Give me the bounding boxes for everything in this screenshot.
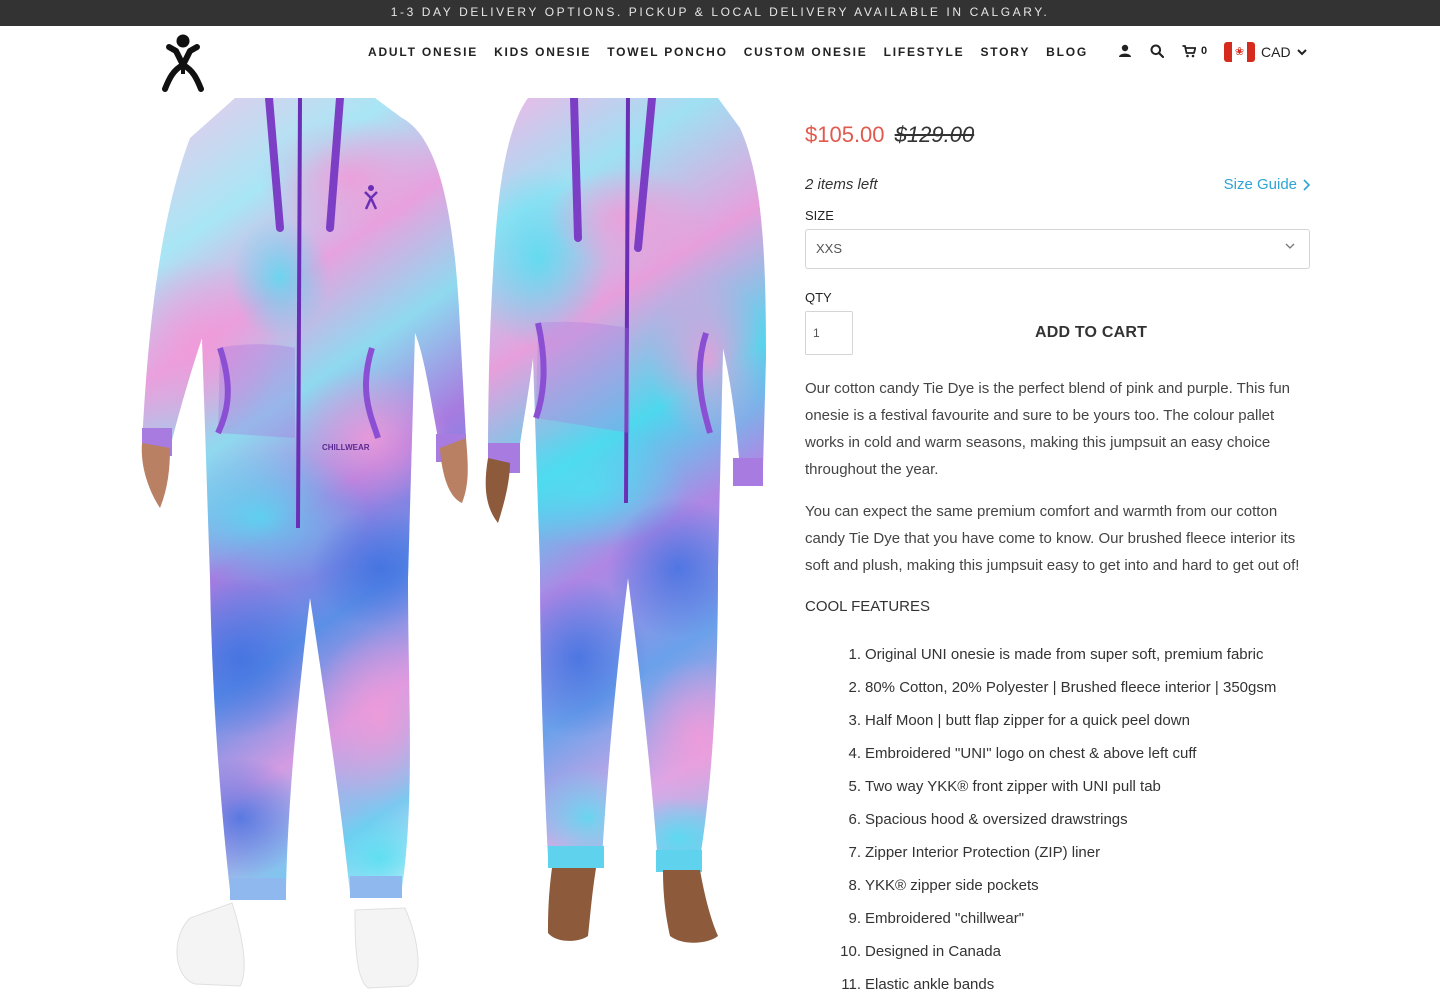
sale-price: $105.00 [805, 122, 885, 147]
size-label: SIZE [805, 208, 834, 223]
nav-towel-poncho[interactable]: TOWEL PONCHO [607, 46, 728, 59]
nav-story[interactable]: STORY [980, 46, 1030, 59]
feature-item: 1. Original UNI onesie is made from super… [848, 646, 1264, 663]
price-row: $105.00 $129.00 [805, 122, 974, 148]
canada-flag-icon: ❀ [1224, 42, 1255, 62]
cart-button[interactable]: 0 [1182, 44, 1208, 58]
size-selected-value: XXS [816, 241, 843, 256]
feature-item: 7. Zipper Interior Protection (ZIP) liner [848, 844, 1101, 861]
announcement-bar: 1-3 day delivery options. Pickup & local… [0, 0, 1440, 26]
nav-kids-onesie[interactable]: KIDS ONESIE [494, 46, 591, 59]
description-paragraph-2: You can expect the same premium comfort … [805, 503, 1300, 574]
chevron-right-icon [1303, 178, 1310, 191]
feature-item: 10. Designed in Canada [840, 943, 1001, 960]
stock-status: 2 items left [805, 176, 878, 193]
product-image-front[interactable]: CHILLWEAR [140, 98, 470, 1000]
nav-lifestyle[interactable]: LIFESTYLE [884, 46, 965, 59]
chevron-down-icon [1285, 243, 1295, 249]
chillwear-pocket-label: CHILLWEAR [322, 443, 370, 452]
cart-icon [1182, 44, 1196, 57]
product-image-side[interactable] [478, 98, 770, 1000]
site-header: ADULT ONESIE KIDS ONESIE TOWEL PONCHO CU… [0, 26, 1440, 98]
account-icon[interactable] [1118, 44, 1132, 58]
announcement-text: 1-3 day delivery options. Pickup & local… [390, 5, 1050, 19]
add-to-cart-button[interactable]: ADD TO CART [865, 311, 1317, 355]
description-paragraph-1: Our cotton candy Tie Dye is the perfect … [805, 380, 1291, 478]
currency-selector[interactable]: ❀ CAD [1224, 42, 1307, 62]
nav-custom-onesie[interactable]: CUSTOM ONESIE [744, 46, 868, 59]
feature-item: 6. Spacious hood & oversized drawstrings [848, 811, 1128, 828]
nav-adult-onesie[interactable]: ADULT ONESIE [368, 46, 478, 59]
feature-item: 8. YKK® zipper side pockets [848, 877, 1039, 894]
size-guide-label: Size Guide [1223, 176, 1297, 193]
main-nav: ADULT ONESIE KIDS ONESIE TOWEL PONCHO CU… [368, 46, 1088, 59]
nav-blog[interactable]: BLOG [1046, 46, 1088, 59]
currency-code: CAD [1261, 44, 1291, 60]
quantity-input[interactable]: 1 [805, 311, 853, 355]
feature-item: 9. Embroidered "chillwear" [848, 910, 1025, 927]
features-heading: COOL FEATURES [805, 598, 931, 615]
size-select[interactable]: XXS [805, 229, 1310, 269]
feature-item: 4. Embroidered "UNI" logo on chest & abov… [848, 745, 1197, 762]
features-list: 1. Original UNI onesie is made from super… [805, 640, 1310, 1000]
brand-logo[interactable] [160, 34, 206, 92]
compare-price: $129.00 [894, 122, 975, 147]
chevron-down-icon [1296, 48, 1307, 55]
feature-item: 3. Half Moon | butt flap zipper for a qui… [848, 712, 1190, 729]
feature-item: 11. Elastic ankle bands [841, 976, 995, 993]
size-guide-link[interactable]: Size Guide [1224, 176, 1310, 193]
search-icon[interactable] [1150, 44, 1164, 58]
qty-label: QTY [805, 290, 832, 305]
feature-item: 2. 80% Cotton, 20% Polyester | Brushed fl… [848, 679, 1277, 696]
cart-count: 0 [1201, 45, 1208, 57]
product-gallery: CHILLWEAR [140, 98, 770, 1000]
header-actions: 0 [1118, 44, 1207, 58]
feature-item: 5. Two way YKK® front zipper with UNI pul… [848, 778, 1161, 795]
